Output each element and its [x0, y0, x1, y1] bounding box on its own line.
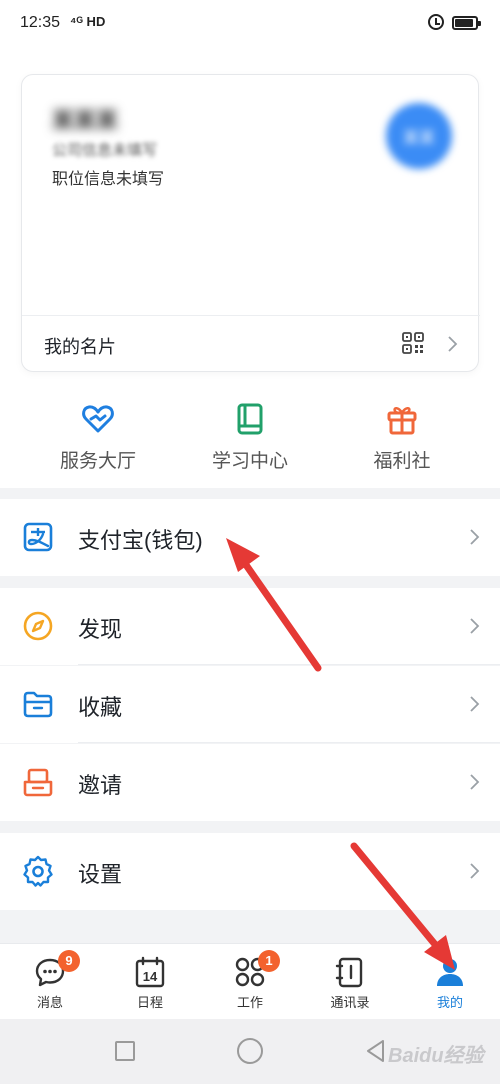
chevron-right-icon [470, 696, 480, 712]
chevron-right-icon [470, 529, 480, 545]
business-card-row[interactable]: 我的名片 [22, 316, 480, 372]
shortcut-service-hall[interactable]: 服务大厅 [38, 402, 158, 472]
avatar-text: 某某 [402, 130, 435, 147]
alipay-icon [23, 522, 53, 552]
profile-position: 职位信息未填写 [52, 171, 165, 188]
profile-card[interactable]: 某某某 公司信息未填写 职位信息未填写 某某 我的名片 [21, 74, 480, 372]
profile-icon [437, 959, 463, 986]
tab-messages[interactable]: 9 消息 [0, 944, 100, 1020]
shortcut-learning-center[interactable]: 学习中心 [190, 402, 310, 472]
business-card-label: 我的名片 [44, 337, 116, 357]
tab-mine[interactable]: 我的 [400, 944, 500, 1020]
gift-icon [387, 407, 417, 435]
menu-item-label: 支付宝(钱包) [78, 528, 203, 553]
bottom-tab-bar: 9 消息 14 日程 1 工作 通讯录 我的 [0, 943, 500, 1019]
tab-label: 日程 [136, 995, 163, 1010]
menu-item-alipay[interactable]: 支付宝(钱包) [0, 499, 500, 576]
calendar-day: 14 [143, 969, 158, 984]
battery-icon [452, 16, 481, 30]
menu-item-invite[interactable]: 邀请 [0, 744, 500, 821]
tab-label: 我的 [436, 995, 463, 1010]
row-divider [78, 664, 500, 665]
system-nav-bar: Baidu经验 [0, 1019, 500, 1084]
home-button[interactable] [237, 1038, 263, 1064]
calendar-icon: 14 [135, 956, 165, 988]
folder-icon [23, 691, 53, 718]
tab-label: 通讯录 [330, 995, 370, 1010]
chevron-right-icon [470, 618, 480, 634]
tab-contacts[interactable]: 通讯录 [300, 944, 400, 1020]
recent-apps-button[interactable] [115, 1041, 135, 1061]
chevron-right-icon [470, 863, 480, 879]
profile-name: 某某某 [52, 108, 119, 133]
tab-schedule[interactable]: 14 日程 [100, 944, 200, 1020]
status-time: 12:35 [20, 14, 61, 31]
menu-item-label: 邀请 [78, 773, 123, 798]
qr-code-icon[interactable] [402, 332, 424, 354]
menu-item-settings[interactable]: 设置 [0, 833, 500, 910]
menu-item-label: 收藏 [78, 695, 123, 720]
tab-label: 消息 [36, 995, 63, 1010]
shortcut-welfare[interactable]: 福利社 [342, 402, 462, 472]
tab-label: 工作 [236, 995, 263, 1010]
tab-work[interactable]: 1 工作 [200, 944, 300, 1020]
row-divider [78, 742, 500, 743]
menu-item-discover[interactable]: 发现 [0, 588, 500, 665]
menu-item-label: 发现 [78, 617, 123, 642]
shortcut-label: 学习中心 [211, 451, 288, 472]
unread-badge: 9 [58, 950, 80, 972]
menu-item-favorites[interactable]: 收藏 [0, 666, 500, 743]
avatar[interactable]: 某某 [386, 103, 452, 169]
status-bar: 12:35 ⁴ᴳ HD [0, 0, 500, 50]
unread-badge: 1 [258, 950, 280, 972]
contacts-book-icon [335, 957, 363, 988]
shortcut-label: 服务大厅 [59, 451, 136, 472]
shortcut-label: 福利社 [373, 451, 431, 472]
heart-service-icon [82, 405, 114, 433]
chevron-right-icon [470, 774, 480, 790]
baidu-watermark: Baidu经验 [388, 1045, 484, 1067]
menu-item-label: 设置 [78, 862, 123, 887]
back-icon[interactable] [363, 1038, 389, 1064]
compass-icon [23, 611, 53, 641]
gear-icon [23, 855, 53, 887]
profile-company: 公司信息未填写 [52, 142, 158, 159]
book-icon [237, 403, 263, 435]
invite-box-icon [23, 768, 53, 797]
alarm-icon [428, 14, 444, 30]
network-indicator: ⁴ᴳ HD [70, 14, 106, 29]
chevron-right-icon [448, 336, 458, 352]
